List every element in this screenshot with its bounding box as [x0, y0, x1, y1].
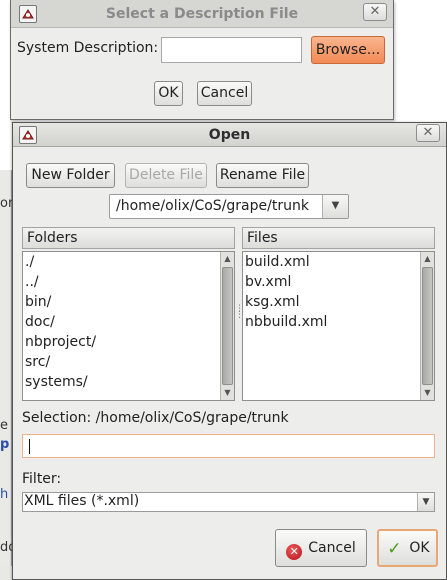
- scroll-thumb[interactable]: [222, 267, 233, 385]
- rename-file-button[interactable]: Rename File: [216, 163, 309, 188]
- dialog-title: Open: [208, 127, 251, 143]
- folders-list[interactable]: ./ ../ bin/ doc/ nbproject/ src/ systems…: [22, 251, 235, 401]
- background-window-edge: [0, 170, 12, 580]
- file-item[interactable]: build.xml: [243, 252, 434, 272]
- ok-button[interactable]: OK: [154, 81, 183, 106]
- text-caret: [29, 439, 30, 454]
- files-header: Files: [242, 227, 435, 249]
- cancel-button[interactable]: Cancel: [197, 81, 252, 106]
- file-item[interactable]: bv.xml: [243, 272, 434, 292]
- rename-file-label: Rename File: [219, 167, 306, 183]
- system-description-label: System Description:: [17, 40, 159, 56]
- new-folder-label: New Folder: [31, 167, 110, 183]
- chevron-down-icon[interactable]: ▼: [322, 195, 348, 218]
- file-item[interactable]: ksg.xml: [243, 292, 434, 312]
- scroll-thumb[interactable]: [422, 267, 433, 385]
- title-bar[interactable]: Select a Description File ✕: [11, 0, 393, 28]
- selection-input[interactable]: [22, 434, 435, 458]
- folder-item[interactable]: nbproject/: [23, 332, 234, 352]
- scroll-up-icon[interactable]: ▲: [421, 252, 434, 266]
- scroll-down-icon[interactable]: ▼: [421, 386, 434, 400]
- file-item[interactable]: nbbuild.xml: [243, 312, 434, 332]
- select-description-dialog: Select a Description File ✕ System Descr…: [10, 0, 394, 120]
- browse-button[interactable]: Browse...: [311, 36, 385, 64]
- ok-button[interactable]: ✓ OK: [377, 529, 438, 567]
- ok-label: OK: [409, 540, 430, 556]
- path-value: /home/olix/CoS/grape/trunk: [116, 198, 309, 214]
- filter-label: Filter:: [22, 471, 62, 487]
- background-text: p: [0, 437, 10, 452]
- folder-item[interactable]: bin/: [23, 292, 234, 312]
- filter-value: XML files (*.xml): [24, 493, 140, 509]
- scroll-up-icon[interactable]: ▲: [221, 252, 234, 266]
- folders-header: Folders: [22, 227, 235, 249]
- cancel-icon: ✕: [286, 544, 303, 560]
- chevron-down-icon[interactable]: ▼: [417, 493, 434, 511]
- selection-label: Selection: /home/olix/CoS/grape/trunk: [22, 410, 289, 426]
- dialog-title: Select a Description File: [105, 6, 299, 22]
- files-list[interactable]: build.xml bv.xml ksg.xml nbbuild.xml ▲ ▼: [242, 251, 435, 401]
- cancel-button[interactable]: ✕ Cancel: [275, 529, 367, 567]
- close-icon[interactable]: ✕: [363, 3, 387, 21]
- scroll-down-icon[interactable]: ▼: [221, 386, 234, 400]
- path-combobox[interactable]: /home/olix/CoS/grape/trunk ▼: [109, 194, 349, 219]
- close-icon[interactable]: ✕: [416, 124, 440, 142]
- folder-item[interactable]: ./: [23, 252, 234, 272]
- folder-item[interactable]: doc/: [23, 312, 234, 332]
- open-file-dialog: Open ✕ New Folder Delete File Rename Fil…: [12, 122, 447, 580]
- files-scrollbar[interactable]: ▲ ▼: [420, 252, 434, 400]
- system-description-input[interactable]: [161, 37, 302, 63]
- folder-item[interactable]: ../: [23, 272, 234, 292]
- new-folder-button[interactable]: New Folder: [26, 163, 115, 188]
- folder-item[interactable]: systems/: [23, 372, 234, 392]
- background-text: h: [0, 487, 9, 502]
- background-text: e: [0, 418, 8, 433]
- cancel-label: Cancel: [308, 540, 356, 556]
- split-pane-divider-icon[interactable]: ⋮ ⋮: [235, 305, 244, 324]
- title-bar[interactable]: Open ✕: [13, 123, 446, 147]
- filter-combobox[interactable]: XML files (*.xml) ▼: [22, 492, 435, 512]
- folder-item[interactable]: src/: [23, 352, 234, 372]
- checkmark-icon: ✓: [387, 539, 402, 559]
- delete-file-label: Delete File: [129, 167, 203, 183]
- folders-scrollbar[interactable]: ▲ ▼: [220, 252, 234, 400]
- delete-file-button[interactable]: Delete File: [125, 163, 207, 188]
